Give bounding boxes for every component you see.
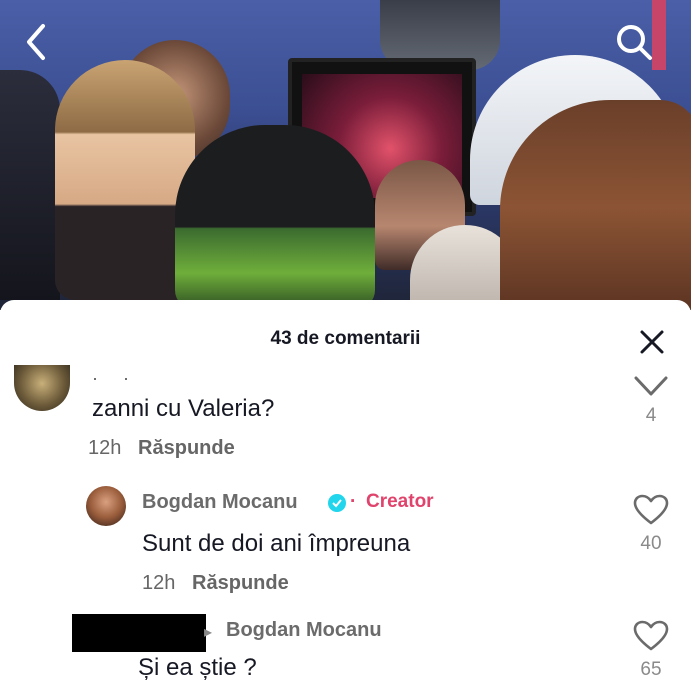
person-hooded	[175, 125, 375, 310]
like-button[interactable]: 65	[626, 620, 676, 681]
comment-author[interactable]: Bogdan Mocanu	[142, 491, 298, 514]
reply-arrow-icon: ▸	[204, 622, 212, 642]
chevron-left-icon	[21, 22, 51, 62]
person-left	[0, 70, 60, 300]
like-count: 4	[626, 405, 676, 427]
comment-meta: 12h Răspunde	[88, 437, 235, 460]
reply-button[interactable]: Răspunde	[138, 437, 235, 459]
like-count: 40	[626, 533, 676, 555]
verified-icon	[328, 494, 346, 512]
creator-badge-separator: ·	[350, 491, 356, 513]
video-frame[interactable]	[0, 0, 691, 310]
truncated-name-dots: · ·	[92, 368, 139, 389]
like-button[interactable]: 40	[626, 494, 676, 555]
heart-icon	[633, 620, 669, 652]
person-woman	[55, 60, 195, 300]
creator-badge: Creator	[366, 491, 434, 513]
search-button[interactable]	[612, 20, 656, 64]
back-button[interactable]	[14, 20, 58, 64]
comment-text: Și ea știe ?	[138, 654, 257, 682]
close-button[interactable]	[632, 322, 672, 362]
like-count: 65	[626, 659, 676, 681]
heart-icon	[633, 494, 669, 526]
comment-time: 12h	[88, 437, 121, 459]
comment-text: zanni cu Valeria?	[92, 395, 274, 423]
redacted-author	[72, 614, 206, 652]
reply-to-author[interactable]: Bogdan Mocanu	[226, 619, 382, 642]
chevron-down-icon	[633, 374, 669, 398]
comment-time: 12h	[142, 572, 175, 594]
avatar[interactable]	[86, 486, 126, 526]
search-icon	[614, 22, 654, 62]
reply-button[interactable]: Răspunde	[192, 572, 289, 594]
comments-title: 43 de comentarii	[0, 328, 691, 350]
comment-meta: 12h Răspunde	[142, 572, 289, 595]
comment-text: Sunt de doi ani împreuna	[142, 530, 410, 558]
like-button[interactable]: 4	[626, 374, 676, 427]
close-icon	[639, 329, 665, 355]
